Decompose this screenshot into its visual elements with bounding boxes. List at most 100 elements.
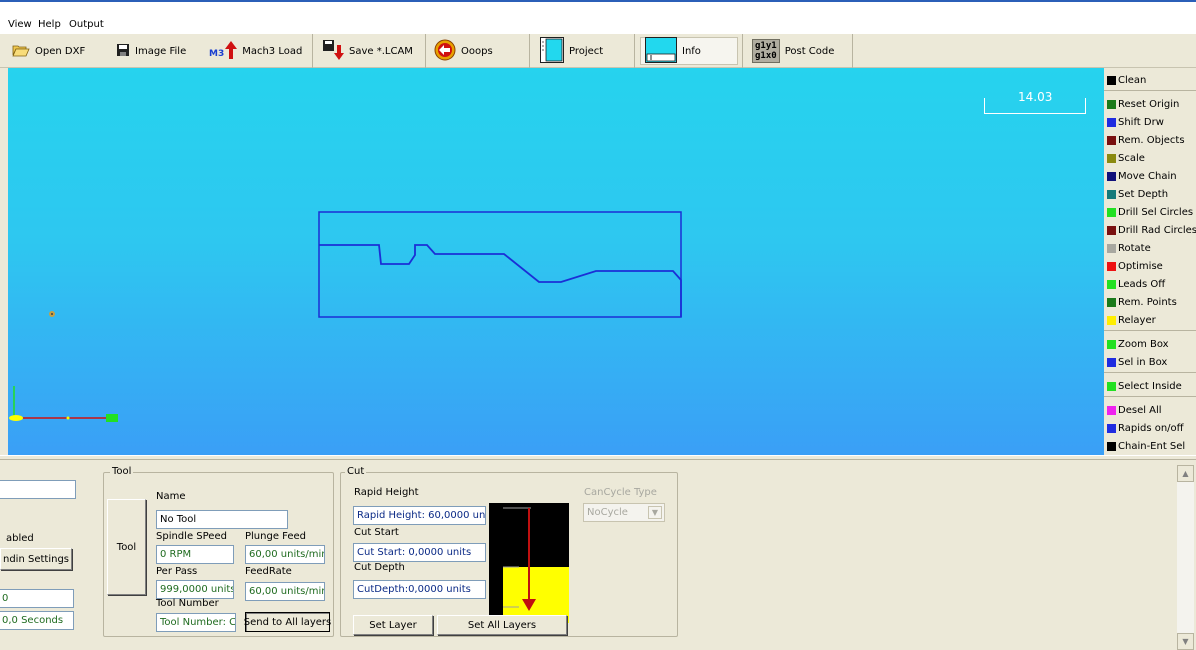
tool-group-title: Tool bbox=[110, 466, 134, 477]
color-swatch-icon bbox=[1107, 424, 1116, 433]
scroll-down-arrow-icon[interactable]: ▼ bbox=[1177, 633, 1194, 650]
command-button-label: Drill Sel Circles bbox=[1118, 207, 1194, 218]
gcode-icon-line: g1x0 bbox=[755, 51, 777, 61]
command-button-reset-origin[interactable]: Reset Origin bbox=[1107, 96, 1196, 113]
open-dxf-button[interactable]: Open DXF bbox=[8, 37, 89, 65]
spindle-speed-field[interactable]: 0 RPM bbox=[156, 545, 234, 564]
color-swatch-icon bbox=[1107, 76, 1116, 85]
command-button-set-depth[interactable]: Set Depth bbox=[1107, 186, 1196, 203]
save-down-arrow-icon bbox=[322, 39, 344, 64]
command-button-zoom-box[interactable]: Zoom Box bbox=[1107, 336, 1196, 353]
rapid-height-field[interactable]: Rapid Height: 60,0000 unil bbox=[353, 506, 486, 525]
command-button-label: Rapids on/off bbox=[1118, 423, 1184, 434]
value-field[interactable]: 0 bbox=[0, 589, 74, 608]
cancycle-type-label: CanCycle Type bbox=[584, 487, 657, 498]
up-arrow-icon bbox=[225, 40, 238, 62]
tool-number-label: Tool Number bbox=[156, 598, 219, 609]
spindle-settings-button[interactable]: ndin Settings bbox=[0, 548, 72, 570]
mach3-icon-text: M3 bbox=[209, 49, 225, 59]
save-lcam-label: Save *.LCAM bbox=[349, 45, 413, 57]
ooops-button[interactable]: Ooops bbox=[430, 37, 497, 65]
command-button-rem-objects[interactable]: Rem. Objects bbox=[1107, 132, 1196, 149]
project-button[interactable]: Project bbox=[536, 36, 607, 65]
color-swatch-icon bbox=[1107, 262, 1116, 271]
project-label: Project bbox=[569, 45, 604, 57]
image-file-label: Image File bbox=[135, 45, 187, 57]
command-button-scale[interactable]: Scale bbox=[1107, 150, 1196, 167]
color-swatch-icon bbox=[1107, 382, 1116, 391]
color-swatch-icon bbox=[1107, 316, 1116, 325]
set-layer-button[interactable]: Set Layer bbox=[353, 615, 433, 635]
command-button-label: Clean bbox=[1118, 75, 1147, 86]
tool-group: Tool Tool Name No Tool Spindle SPeed 0 R… bbox=[103, 466, 334, 637]
profile-chain[interactable] bbox=[319, 244, 682, 317]
menu-view[interactable]: View bbox=[8, 19, 32, 30]
command-button-drill-sel-circles[interactable]: Drill Sel Circles bbox=[1107, 204, 1196, 221]
bottom-panel-scrollbar[interactable]: ▲ ▼ bbox=[1177, 465, 1194, 650]
stock-rectangle[interactable] bbox=[318, 211, 682, 318]
command-button-label: Move Chain bbox=[1118, 171, 1177, 182]
color-swatch-icon bbox=[1107, 358, 1116, 367]
image-file-button[interactable]: Image File bbox=[112, 37, 190, 65]
post-code-label: Post Code bbox=[784, 45, 835, 57]
post-code-button[interactable]: g1y1 g1x0 Post Code bbox=[748, 37, 838, 65]
command-button-drill-rad-circles[interactable]: Drill Rad Circles bbox=[1107, 222, 1196, 239]
scroll-up-arrow-icon[interactable]: ▲ bbox=[1177, 465, 1194, 482]
command-button-rotate[interactable]: Rotate bbox=[1107, 240, 1196, 257]
set-all-layers-button[interactable]: Set All Layers bbox=[437, 615, 567, 635]
command-panel: Clean Reset Origin Shift Drw Rem. Objects Sc… bbox=[1104, 68, 1196, 458]
command-button-rapids-on-off[interactable]: Rapids on/off bbox=[1107, 420, 1196, 437]
command-button-rem-points[interactable]: Rem. Points bbox=[1107, 294, 1196, 311]
command-button-label: Desel All bbox=[1118, 405, 1162, 416]
command-button-optimise[interactable]: Optimise bbox=[1107, 258, 1196, 275]
command-button-label: Optimise bbox=[1118, 261, 1163, 272]
cut-depth-field[interactable]: CutDepth:0,0000 units bbox=[353, 580, 486, 599]
tool-number-field[interactable]: Tool Number: C bbox=[156, 613, 236, 632]
color-swatch-icon bbox=[1107, 136, 1116, 145]
color-swatch-icon bbox=[1107, 442, 1116, 451]
cut-depth-label: Cut Depth bbox=[354, 562, 405, 573]
save-lcam-button[interactable]: Save *.LCAM bbox=[318, 37, 417, 65]
layer-name-field[interactable] bbox=[0, 480, 76, 499]
color-swatch-icon bbox=[1107, 226, 1116, 235]
folder-open-icon bbox=[12, 43, 30, 60]
menu-output[interactable]: Output bbox=[69, 19, 104, 30]
command-button-label: Rem. Objects bbox=[1118, 135, 1185, 146]
tool-name-field[interactable]: No Tool bbox=[156, 510, 288, 529]
ooops-label: Ooops bbox=[461, 45, 493, 57]
color-swatch-icon bbox=[1107, 244, 1116, 253]
floppy-disk-icon bbox=[116, 43, 130, 60]
part-profile[interactable] bbox=[318, 211, 682, 318]
seconds-field[interactable]: 0,0 Seconds bbox=[0, 611, 74, 630]
command-button-relayer[interactable]: Relayer bbox=[1107, 312, 1196, 329]
command-button-move-chain[interactable]: Move Chain bbox=[1107, 168, 1196, 185]
info-button[interactable]: Info bbox=[640, 36, 738, 65]
command-button-shift-drw[interactable]: Shift Drw bbox=[1107, 114, 1196, 131]
command-button-label: Select Inside bbox=[1118, 381, 1182, 392]
command-button-clean[interactable]: Clean bbox=[1107, 72, 1196, 89]
panel-separator bbox=[1104, 90, 1196, 91]
cancycle-type-select[interactable]: NoCycle ▼ bbox=[583, 503, 665, 522]
command-button-desel-all[interactable]: Desel All bbox=[1107, 402, 1196, 419]
per-pass-label: Per Pass bbox=[156, 566, 198, 577]
color-swatch-icon bbox=[1107, 190, 1116, 199]
info-label: Info bbox=[682, 45, 701, 57]
feedrate-field[interactable]: 60,00 units/mir bbox=[245, 582, 325, 601]
menu-bar: View Help Output bbox=[0, 0, 1196, 34]
menu-help[interactable]: Help bbox=[38, 19, 61, 30]
command-button-sel-in-box[interactable]: Sel in Box bbox=[1107, 354, 1196, 371]
command-button-select-inside[interactable]: Select Inside bbox=[1107, 378, 1196, 395]
command-button-label: Chain-Ent Sel bbox=[1118, 441, 1186, 452]
mach3-load-button[interactable]: M3 Mach3 Load bbox=[205, 37, 306, 65]
command-button-leads-off[interactable]: Leads Off bbox=[1107, 276, 1196, 293]
plunge-feed-field[interactable]: 60,00 units/mir bbox=[245, 545, 325, 564]
drawing-canvas[interactable]: 14.03 bbox=[8, 68, 1104, 455]
command-button-chain-ent-sel[interactable]: Chain-Ent Sel bbox=[1107, 438, 1196, 455]
command-button-label: Relayer bbox=[1118, 315, 1156, 326]
cut-start-field[interactable]: Cut Start: 0,0000 units bbox=[353, 543, 486, 562]
send-to-all-layers-button[interactable]: Send to All layers bbox=[244, 612, 331, 632]
color-swatch-icon bbox=[1107, 340, 1116, 349]
panel-separator bbox=[1104, 330, 1196, 331]
per-pass-field[interactable]: 999,0000 units bbox=[156, 580, 234, 599]
tool-button[interactable]: Tool bbox=[107, 499, 146, 595]
